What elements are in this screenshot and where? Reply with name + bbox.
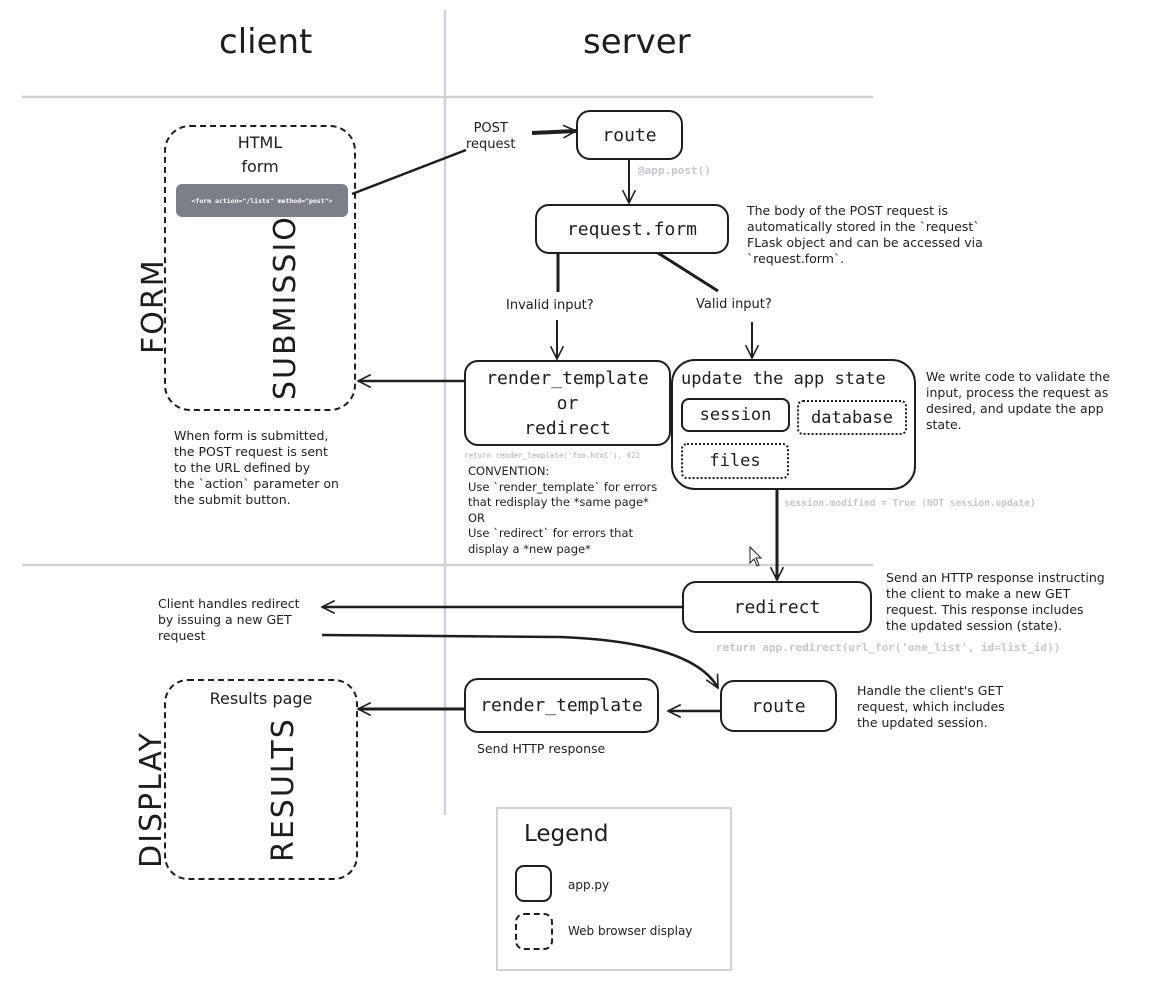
database-node[interactable]: database <box>797 400 907 435</box>
note-line: The body of the POST request is <box>747 203 949 218</box>
note-line: Handle the client's GET <box>857 683 1004 698</box>
legend-label: app.py <box>568 878 610 892</box>
column-title-server: server <box>583 22 691 62</box>
legend: Legend app.py Web browser display <box>496 807 732 971</box>
note-line: We write code to validate the <box>926 369 1111 384</box>
node-line: render_template <box>486 367 649 389</box>
html-form-browser-display: HTML form <form action="/lists" method="… <box>164 125 356 411</box>
render-template-hint: return render_template('foo.html'), 422 <box>464 451 641 460</box>
render-or-redirect-node[interactable]: render_template or redirect <box>464 360 671 446</box>
session-node[interactable]: session <box>681 398 790 432</box>
column-title-client: client <box>219 22 313 62</box>
note-line: OR <box>468 510 486 525</box>
note-line: display a *new page* <box>468 541 591 556</box>
legend-label: Web browser display <box>568 924 693 938</box>
redirect-hint: return app.redirect(url_for('one_list', … <box>716 641 1061 654</box>
files-node[interactable]: files <box>681 443 789 479</box>
note-line: the POST request is sent <box>174 444 328 459</box>
client-redirect-note: Client handles redirect by issuing a new… <box>158 596 328 644</box>
note-line: by issuing a new GET <box>158 612 292 627</box>
form-submit-note: When form is submitted, the POST request… <box>174 428 394 508</box>
legend-dashed-swatch <box>515 913 553 950</box>
update-app-state-title: update the app state <box>681 369 886 389</box>
route-node-get[interactable]: route <box>720 680 837 732</box>
request-form-note: The body of the POST request is automati… <box>747 203 1007 267</box>
html-form-title-line2: form <box>241 157 279 176</box>
route-get-note: Handle the client's GET request, which i… <box>857 683 1057 731</box>
note-line: request, which includes <box>857 699 1005 714</box>
note-line: request. This response includes <box>886 602 1084 617</box>
note-line: state. <box>926 417 962 432</box>
redirect-node[interactable]: redirect <box>682 581 872 633</box>
note-line: input, process the request as <box>926 385 1109 400</box>
session-modified-hint: session.modified = True (NOT session.upd… <box>784 498 1036 509</box>
note-line: to the URL defined by <box>174 460 311 475</box>
note-line: the client to make a new GET <box>886 586 1071 601</box>
note-line: FLask object and can be accessed via <box>747 235 983 250</box>
note-line: Client handles redirect <box>158 596 300 611</box>
label-line: POST <box>473 121 508 136</box>
post-request-label: POST request <box>466 121 515 153</box>
note-line: the updated session. <box>857 715 988 730</box>
form-tag-code: <form action="/lists" method="post"> <box>176 184 348 217</box>
note-line: the submit button. <box>174 492 291 507</box>
note-line: When form is submitted, <box>174 428 329 443</box>
note-line: that redisplay the *same page* <box>468 495 649 509</box>
note-line: desired, and update the app <box>926 401 1104 416</box>
update-state-note: We write code to validate the input, pro… <box>926 369 1166 433</box>
update-app-state-node[interactable]: update the app state session database fi… <box>671 359 916 490</box>
convention-note: CONVENTION: Use `render_template` for er… <box>468 464 688 557</box>
legend-solid-swatch <box>515 865 552 902</box>
route-hint-app-post: @app.post() <box>638 164 711 177</box>
note-line: Use `redirect` for errors that <box>468 526 634 540</box>
invalid-input-label: Invalid input? <box>506 298 594 313</box>
send-http-response-note: Send HTTP response <box>477 741 606 756</box>
node-line: redirect <box>524 417 611 439</box>
mouse-cursor-icon <box>749 545 763 567</box>
legend-title: Legend <box>524 821 609 847</box>
valid-input-label: Valid input? <box>696 297 772 312</box>
render-template-node[interactable]: render_template <box>464 678 659 733</box>
note-line: CONVENTION: <box>468 464 550 478</box>
note-line: `request.form`. <box>747 251 845 266</box>
results-page-browser-display: Results page <box>164 679 358 880</box>
arrow-post-to-route <box>531 131 576 133</box>
note-line: Send an HTTP response instructing <box>886 570 1105 585</box>
note-line: the updated session (state). <box>886 618 1063 633</box>
connector-form-to-post <box>351 148 467 196</box>
note-line: the `action` parameter on <box>174 476 339 491</box>
request-form-node[interactable]: request.form <box>535 204 729 254</box>
node-line: or <box>556 392 579 414</box>
redirect-note: Send an HTTP response instructing the cl… <box>886 570 1156 634</box>
html-form-title-line1: HTML <box>237 133 283 152</box>
connector-request-form-valid <box>657 251 719 293</box>
results-page-title: Results page <box>209 689 313 708</box>
note-line: automatically stored in the `request` <box>747 219 980 234</box>
route-node-post[interactable]: route <box>576 110 683 160</box>
label-line: request <box>466 137 516 152</box>
note-line: Use `render_template` for errors <box>468 479 658 494</box>
note-line: request <box>158 628 206 643</box>
